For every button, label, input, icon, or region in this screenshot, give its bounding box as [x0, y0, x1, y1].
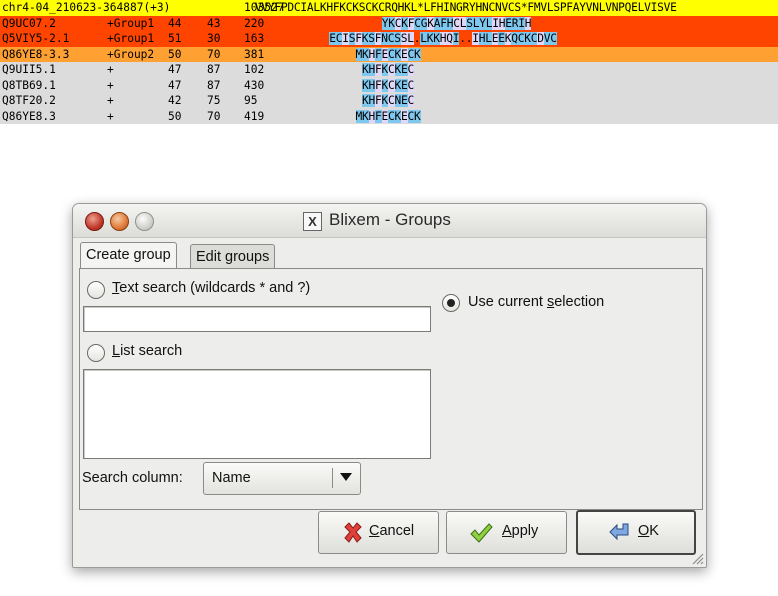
cell-name: chr4-04_210623-364887(+3): [2, 1, 171, 14]
text-search-label[interactable]: Text search (wildcards * and ?): [112, 280, 310, 296]
alignment-row[interactable]: Q8TB69.1 +47 87 430 KHFKCKEC: [0, 77, 778, 93]
cell-sequence: MKHFECKECK: [355, 47, 421, 61]
apply-button[interactable]: Apply: [446, 511, 567, 554]
enter-arrow-icon: [609, 523, 629, 541]
label-text: Use current: [468, 294, 547, 310]
cell-start: 419: [244, 109, 265, 123]
cell-sequence: VVYFPDCIALKHFKCKSCKCRQHKL*LFHINGRYHNCNVC…: [255, 1, 677, 14]
cell-group: +Group1: [107, 16, 155, 30]
cell-sequence: ECISFKSFNCSSL.LKKHQI..IHLEEKQCKCDVC: [329, 32, 557, 45]
use-current-selection-label[interactable]: Use current selection: [468, 294, 604, 310]
cell-id: 75: [207, 94, 221, 107]
tab-label: Edit groups: [196, 249, 270, 265]
apply-label: Apply: [502, 523, 539, 539]
cell-group: +: [107, 109, 114, 123]
alignment-row[interactable]: Q9UC07.2 +Group1 44 43 220 YKCKFCGKAFHCLSLYLI…: [0, 15, 778, 31]
cell-name: Q9UII5.1: [2, 63, 56, 76]
cell-score: 47: [168, 63, 182, 76]
cell-id: 87: [207, 63, 221, 76]
cell-group: +: [107, 63, 114, 76]
cell-name: Q86YE8-3.3: [2, 47, 70, 61]
cell-id: 70: [207, 109, 221, 123]
cell-group: +: [107, 94, 114, 107]
tab-create-group[interactable]: Create group: [80, 242, 177, 270]
dropdown-separator: [332, 468, 333, 488]
alignment-row[interactable]: Q5VIY5-2.1 +Group1 51 30 163 ECISFKSFNCSSL.LK…: [0, 31, 778, 47]
label-text: ext search (wildcards * and ?): [119, 280, 311, 296]
window-title: Blixem - Groups: [329, 210, 451, 229]
cell-id: 43: [207, 16, 221, 30]
label-text: election: [554, 294, 605, 310]
cell-start: 95: [244, 94, 258, 107]
search-column-dropdown[interactable]: Name: [203, 462, 361, 495]
groups-dialog: X Blixem - Groups Create group Edit grou…: [72, 203, 707, 568]
cell-sequence: MKHFECKECK: [355, 109, 421, 123]
cell-start: 381: [244, 47, 265, 61]
ok-label: OK: [638, 523, 659, 539]
cell-sequence: KHFKCKEC: [362, 63, 415, 76]
reference-row[interactable]: chr4-04_210623-364887(+3) 103527 VVYFPDCIA…: [0, 0, 778, 16]
maximize-window-button[interactable]: [135, 212, 154, 231]
list-search-label[interactable]: List search: [112, 343, 182, 359]
ok-button[interactable]: OK: [576, 510, 696, 555]
list-search-radio[interactable]: [87, 344, 105, 362]
cell-score: 44: [168, 16, 182, 30]
cell-sequence: YKCKFCGKAFHCLSLYLIHERIH: [381, 16, 532, 30]
cancel-label: Cancel: [369, 523, 415, 539]
cell-group: +Group2: [107, 47, 155, 61]
label-text: ist search: [120, 343, 183, 359]
alignment-row[interactable]: Q9UII5.1 +47 87 102 KHFKCKEC: [0, 62, 778, 78]
alignment-row[interactable]: Q86YE8.3 +50 70 419 MKHFECKECK: [0, 108, 778, 124]
resize-grip-icon[interactable]: [690, 551, 704, 565]
cell-start: 102: [244, 63, 265, 76]
cell-sequence: KHFKCKEC: [362, 78, 415, 92]
cancel-x-icon: [344, 522, 362, 543]
text-search-radio[interactable]: [87, 281, 105, 299]
cell-score: 42: [168, 94, 182, 107]
cell-score: 50: [168, 47, 182, 61]
use-current-selection-radio[interactable]: [442, 294, 460, 312]
minimize-window-button[interactable]: [110, 212, 129, 231]
tab-edit-groups[interactable]: Edit groups: [190, 244, 276, 269]
list-search-textarea[interactable]: [83, 369, 431, 459]
checkmark-icon: [470, 523, 493, 543]
cell-name: Q5VIY5-2.1: [2, 32, 70, 45]
cell-name: Q9UC07.2: [2, 16, 56, 30]
cell-id: 30: [207, 32, 221, 45]
search-column-selected: Name: [212, 470, 251, 486]
cancel-button[interactable]: Cancel: [318, 511, 439, 554]
alignment-list: chr4-04_210623-364887(+3) 103527 VVYFPDCIA…: [0, 0, 778, 124]
x-app-icon: X: [303, 212, 322, 231]
cell-group: +Group1: [107, 32, 155, 45]
cell-start: 430: [244, 78, 265, 92]
cell-sequence: KHFKCNEC: [362, 94, 415, 107]
close-window-button[interactable]: [85, 212, 104, 231]
cell-start: 163: [244, 32, 265, 45]
cell-name: Q8TB69.1: [2, 78, 56, 92]
alignment-row[interactable]: Q8TF20.2 +42 75 95 KHFKCNEC: [0, 93, 778, 109]
cell-id: 70: [207, 47, 221, 61]
cell-score: 51: [168, 32, 182, 45]
chevron-down-icon: [340, 473, 352, 481]
cell-group: +: [107, 78, 114, 92]
cell-name: Q8TF20.2: [2, 94, 56, 107]
cell-score: 47: [168, 78, 182, 92]
cell-name: Q86YE8.3: [2, 109, 56, 123]
title-bar[interactable]: X Blixem - Groups: [73, 204, 706, 238]
tab-label: Create group: [86, 247, 171, 263]
mnemonic: L: [112, 343, 121, 359]
cell-score: 50: [168, 109, 182, 123]
search-column-label: Search column:: [82, 470, 183, 486]
alignment-row[interactable]: Q86YE8-3.3 +Group2 50 70 381 MKHFECKECK: [0, 46, 778, 62]
text-search-input[interactable]: [83, 306, 431, 332]
cell-start: 220: [244, 16, 265, 30]
cell-id: 87: [207, 78, 221, 92]
